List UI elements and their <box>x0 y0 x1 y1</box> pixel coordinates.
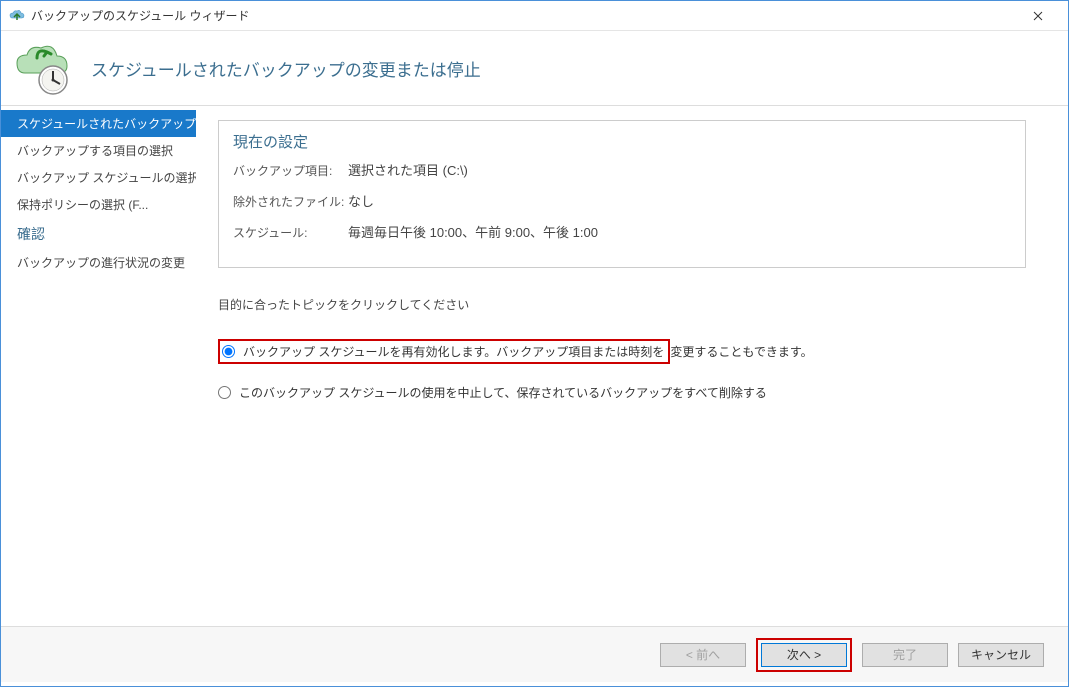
settings-row-schedule: スケジュール: 毎週毎日午後 10:00、午前 9:00、午後 1:00 <box>233 222 1011 241</box>
option-reenable-row: バックアップ スケジュールを再有効化します。バックアップ項目または時刻を 変更す… <box>218 339 1046 364</box>
settings-value-items: 選択された項目 (C:\) <box>348 160 468 179</box>
sidebar-step-select-items[interactable]: バックアップする項目の選択 <box>1 137 196 164</box>
wizard-footer: < 前へ 次へ > 完了 キャンセル <box>1 626 1068 682</box>
settings-row-items: バックアップ項目: 選択された項目 (C:\) <box>233 160 1011 179</box>
instruction-text: 目的に合ったトピックをクリックしてください <box>218 296 1046 313</box>
sidebar-step-progress[interactable]: バックアップの進行状況の変更 <box>1 249 196 276</box>
sidebar-step-confirm[interactable]: 確認 <box>1 218 196 249</box>
sidebar-step-retention[interactable]: 保持ポリシーの選択 (F... <box>1 191 196 218</box>
option-reenable-label-part2: 変更することもできます。 <box>670 343 812 360</box>
prev-button[interactable]: < 前へ <box>660 643 746 667</box>
wizard-header: スケジュールされたバックアップの変更または停止 <box>1 31 1068 106</box>
content-area: スケジュールされたバックアップを... バックアップする項目の選択 バックアップ… <box>1 106 1068 626</box>
highlight-option1: バックアップ スケジュールを再有効化します。バックアップ項目または時刻を <box>218 339 670 364</box>
radio-reenable[interactable] <box>222 345 235 358</box>
option-stop-row: このバックアップ スケジュールの使用を中止して、保存されているバックアップをすべ… <box>218 384 1046 401</box>
settings-value-excluded: なし <box>348 191 374 210</box>
option-reenable-label-part1: バックアップ スケジュールを再有効化します。バックアップ項目または時刻を <box>243 343 664 360</box>
current-settings-box: 現在の設定 バックアップ項目: 選択された項目 (C:\) 除外されたファイル:… <box>218 120 1026 268</box>
page-title: スケジュールされたバックアップの変更または停止 <box>91 56 481 81</box>
settings-title: 現在の設定 <box>233 131 1011 152</box>
settings-row-excluded: 除外されたファイル: なし <box>233 191 1011 210</box>
close-button[interactable] <box>1015 2 1060 30</box>
settings-label-schedule: スケジュール: <box>233 224 348 241</box>
settings-value-schedule: 毎週毎日午後 10:00、午前 9:00、午後 1:00 <box>348 222 598 241</box>
next-button[interactable]: 次へ > <box>761 643 847 667</box>
header-icon <box>13 38 73 98</box>
settings-label-items: バックアップ項目: <box>233 162 348 179</box>
titlebar: バックアップのスケジュール ウィザード <box>1 1 1068 31</box>
radio-stop[interactable] <box>218 386 231 399</box>
app-icon <box>9 8 25 24</box>
highlight-next: 次へ > <box>756 638 852 672</box>
sidebar-step-select-schedule[interactable]: バックアップ スケジュールの選択 ... <box>1 164 196 191</box>
finish-button[interactable]: 完了 <box>862 643 948 667</box>
cancel-button[interactable]: キャンセル <box>958 643 1044 667</box>
settings-label-excluded: 除外されたファイル: <box>233 193 348 210</box>
window-title: バックアップのスケジュール ウィザード <box>31 7 1015 24</box>
wizard-steps-sidebar: スケジュールされたバックアップを... バックアップする項目の選択 バックアップ… <box>1 106 196 626</box>
option-stop-label: このバックアップ スケジュールの使用を中止して、保存されているバックアップをすべ… <box>239 384 767 401</box>
sidebar-step-modify[interactable]: スケジュールされたバックアップを... <box>1 110 196 137</box>
main-panel: 現在の設定 バックアップ項目: 選択された項目 (C:\) 除外されたファイル:… <box>196 106 1068 626</box>
